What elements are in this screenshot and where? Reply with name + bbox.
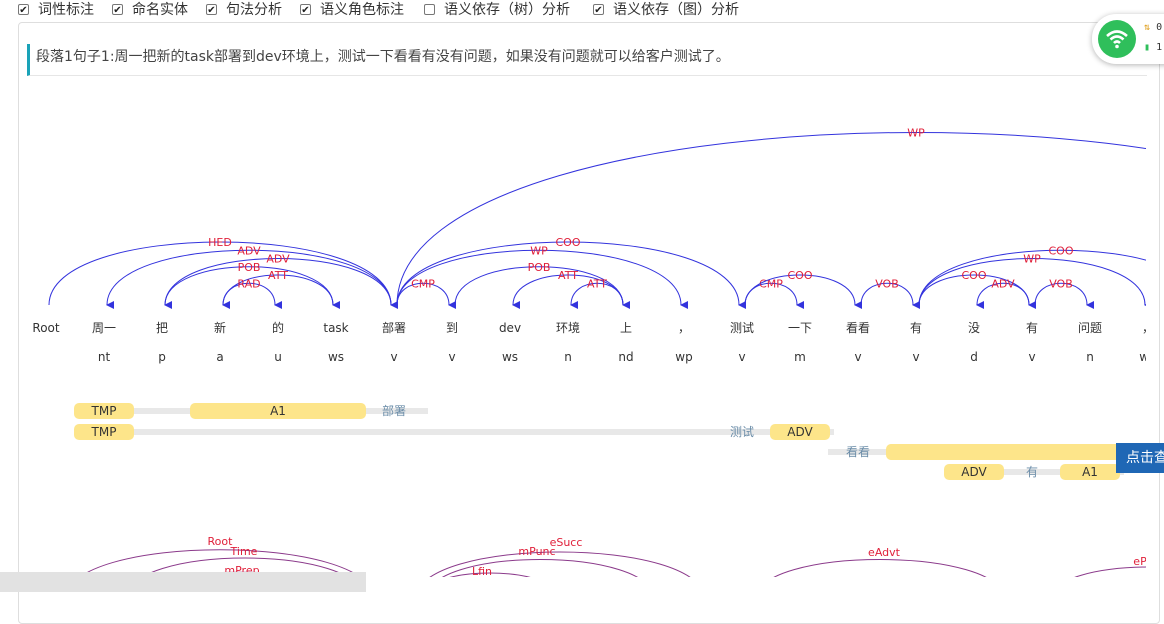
srl-argument-label: A1 bbox=[270, 404, 286, 418]
word-token: Root bbox=[32, 321, 59, 335]
wifi-icon bbox=[1098, 20, 1136, 58]
horizontal-scrollbar[interactable] bbox=[0, 572, 366, 592]
word-token: 环境 bbox=[556, 320, 580, 335]
pos-tag: ws bbox=[502, 350, 518, 364]
arc-label: VOB bbox=[1049, 277, 1073, 290]
arc-label: CMP bbox=[411, 277, 435, 290]
pos-tag: wp bbox=[1139, 350, 1156, 364]
word-token: ， bbox=[1142, 321, 1154, 335]
arc-label: POB bbox=[238, 261, 261, 274]
pos-tag: ws bbox=[328, 350, 344, 364]
arc-label: RAD bbox=[237, 277, 260, 290]
wifi-widget[interactable]: ⇅ 0 ▮ 1 bbox=[1092, 14, 1164, 64]
arc-label: ATT bbox=[587, 277, 607, 290]
word-token: 上 bbox=[620, 321, 632, 335]
pos-tag: m bbox=[794, 350, 806, 364]
word-token: 测试 bbox=[730, 320, 754, 335]
arc-label: ADV bbox=[266, 253, 290, 266]
srl-predicate: 有 bbox=[1026, 465, 1038, 479]
word-token: ， bbox=[678, 321, 690, 335]
srl-argument-label: ADV bbox=[787, 425, 813, 439]
pos-tag: n bbox=[564, 350, 572, 364]
arc-label: COO bbox=[1049, 244, 1074, 257]
pos-tag: n bbox=[1086, 350, 1094, 364]
word-token: 到 bbox=[446, 321, 458, 335]
pos-tag: u bbox=[274, 350, 282, 364]
srl-predicate: 测试 bbox=[730, 424, 754, 439]
wifi-speed-text: ⇅ 0 bbox=[1144, 22, 1163, 33]
pos-tag: nt bbox=[98, 350, 111, 364]
word-token: 有 bbox=[910, 321, 922, 335]
pos-tag: v bbox=[738, 350, 745, 364]
word-token: 问题 bbox=[1078, 321, 1102, 335]
pos-tag: wp bbox=[675, 350, 692, 364]
word-token: 看看 bbox=[846, 321, 870, 335]
semantic-arc bbox=[429, 551, 691, 577]
srl-predicate: 看看 bbox=[846, 445, 870, 459]
arc-label: COO bbox=[788, 269, 813, 282]
arc-label: WP bbox=[1023, 253, 1041, 266]
arc-label: ATT bbox=[558, 269, 578, 282]
word-token: 新 bbox=[214, 320, 226, 335]
word-token: 部署 bbox=[382, 320, 406, 335]
arc-label: COO bbox=[962, 269, 987, 282]
side-view-button[interactable]: 点击查 bbox=[1116, 443, 1164, 473]
word-token: 一下 bbox=[788, 321, 812, 335]
semantic-arc-label: Root bbox=[208, 535, 234, 548]
arc-label: WP bbox=[530, 244, 548, 257]
word-token: task bbox=[323, 321, 348, 335]
srl-argument-label: A1 bbox=[1082, 465, 1098, 479]
semantic-arc-label: eAdvt bbox=[868, 546, 901, 559]
semantic-arc bbox=[1074, 566, 1146, 577]
word-token: 没 bbox=[968, 320, 980, 335]
arc-label: ADV bbox=[237, 244, 261, 257]
pos-tag: v bbox=[854, 350, 861, 364]
semantic-arc-label: Time bbox=[230, 545, 258, 558]
srl-track bbox=[74, 429, 834, 435]
word-token: 周一 bbox=[92, 321, 116, 335]
arc-label: VOB bbox=[875, 277, 899, 290]
pos-tag: a bbox=[216, 350, 223, 364]
pos-tag: v bbox=[912, 350, 919, 364]
pos-tag: v bbox=[1028, 350, 1035, 364]
pos-tag: p bbox=[158, 350, 166, 364]
word-token: dev bbox=[499, 321, 521, 335]
dependency-layer: Root 周一nt把p新a的utaskws部署v到vdevws环境n上nd，wp测… bbox=[32, 127, 1156, 578]
semantic-arc bbox=[773, 559, 987, 577]
word-token: 有 bbox=[1026, 321, 1038, 335]
arc-label: ADV bbox=[991, 277, 1015, 290]
srl-argument-label: TMP bbox=[91, 425, 117, 439]
arc-label: COO bbox=[556, 236, 581, 249]
semantic-arc-label: Lfin bbox=[472, 565, 492, 578]
srl-argument-label: TMP bbox=[91, 404, 117, 418]
semantic-arc-label: mPunc bbox=[518, 545, 555, 558]
analysis-visualization: Root 周一nt把p新a的utaskws部署v到vdevws环境n上nd，wp测… bbox=[32, 127, 1156, 578]
arc-label: ATT bbox=[268, 269, 288, 282]
arc-label: WP bbox=[907, 127, 925, 140]
semantic-arc-label: eP bbox=[1133, 555, 1147, 568]
srl-argument-label: ADV bbox=[961, 465, 987, 479]
pos-tag: d bbox=[970, 350, 978, 364]
pos-tag: nd bbox=[618, 350, 633, 364]
pos-tag: v bbox=[390, 350, 397, 364]
dependency-arc bbox=[396, 249, 689, 309]
word-token: 把 bbox=[156, 321, 168, 335]
srl-predicate: 部署 bbox=[382, 403, 406, 418]
pos-tag: v bbox=[448, 350, 455, 364]
arc-label: POB bbox=[528, 261, 551, 274]
arc-label: HED bbox=[208, 236, 232, 249]
word-token: 的 bbox=[272, 320, 284, 335]
wifi-battery-text: ▮ 1 bbox=[1144, 42, 1163, 53]
